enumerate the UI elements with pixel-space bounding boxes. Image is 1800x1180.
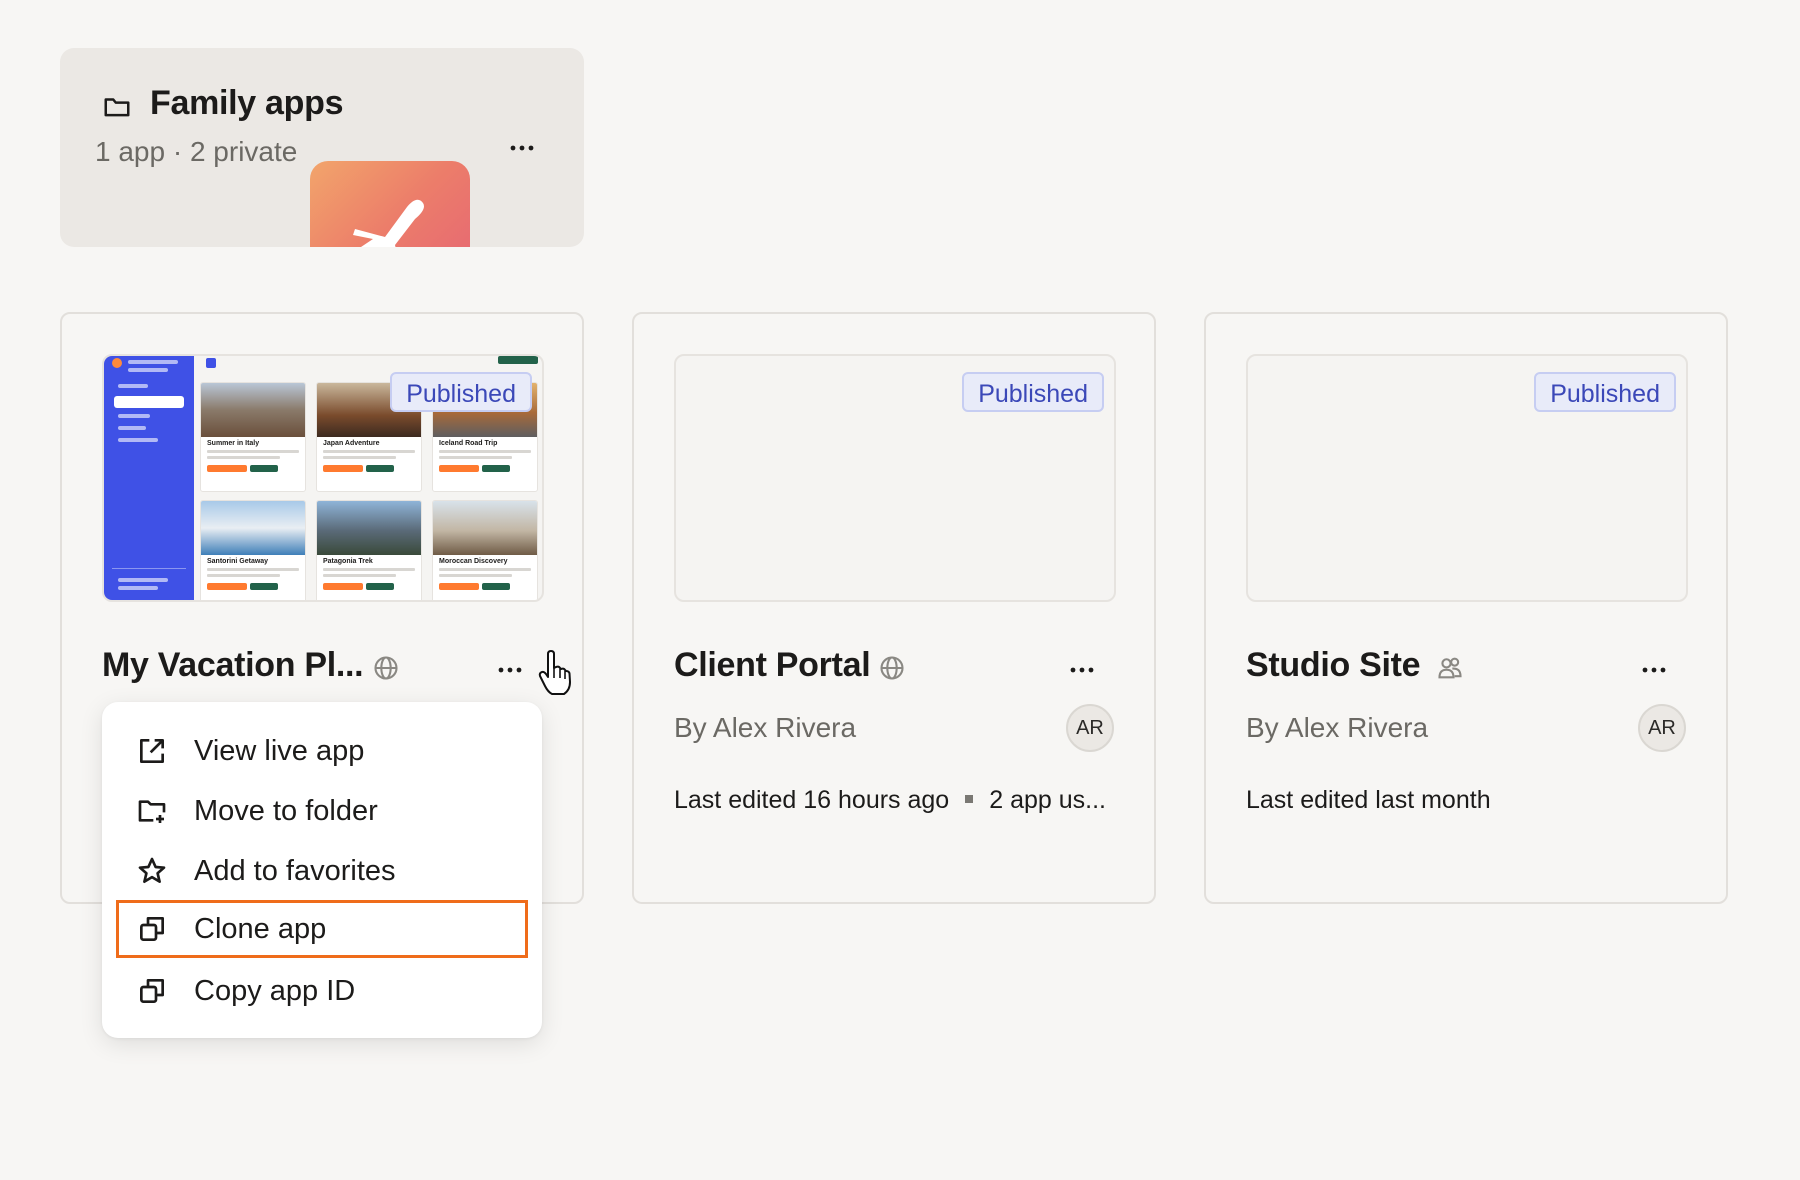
published-badge: Published [962, 372, 1104, 412]
external-link-icon [140, 739, 164, 763]
tile-name: Patagonia Trek [323, 558, 373, 565]
menu-item-move-to-folder[interactable]: Move to folder [116, 782, 528, 840]
users-icon [1438, 657, 1462, 679]
app-options-menu: View live app Move to folder Add to favo… [102, 702, 542, 1038]
folder-move-icon [138, 800, 166, 823]
apps-page: Family apps 1 app · 2 private Summer in … [0, 0, 1800, 1180]
menu-item-label: Move to folder [194, 794, 378, 827]
menu-item-view-live-app[interactable]: View live app [116, 722, 528, 780]
more-options-icon[interactable] [1634, 658, 1674, 682]
author-line: By Alex Rivera [1246, 712, 1429, 743]
app-card-studio-site[interactable]: Published Studio Site By Alex Rivera AR … [1204, 312, 1728, 904]
menu-item-label: Copy app ID [194, 974, 356, 1007]
last-edited-text: Last edited 16 hours ago [674, 786, 950, 814]
menu-item-clone-app[interactable]: Clone app [116, 900, 528, 958]
app-card-client-portal[interactable]: Published Client Portal By Alex Rivera A… [632, 312, 1156, 904]
published-badge: Published [390, 372, 532, 412]
avatar: AR [1066, 704, 1114, 752]
preview-tile: Moroccan Discovery [432, 500, 538, 600]
folder-icon [104, 98, 130, 117]
globe-icon [374, 656, 398, 680]
app-title[interactable]: Studio Site [1246, 646, 1421, 685]
last-edited: Last edited 16 hours ago 2 app us... [674, 786, 1106, 815]
app-preview: Summer in Italy Japan Adventure Iceland … [102, 354, 544, 602]
menu-item-copy-app-id[interactable]: Copy app ID [116, 962, 528, 1020]
app-title[interactable]: Client Portal [674, 646, 871, 685]
tile-name: Summer in Italy [207, 440, 260, 447]
tile-name: Iceland Road Trip [439, 440, 498, 447]
folder-app-thumbnail [310, 161, 470, 247]
app-usage: 2 app us... [989, 786, 1106, 814]
folder-card-family-apps[interactable]: Family apps 1 app · 2 private [60, 48, 584, 247]
preview-tile: Summer in Italy [200, 382, 306, 492]
separator-dot [965, 795, 974, 804]
more-options-icon[interactable] [502, 136, 542, 160]
tile-name: Moroccan Discovery [439, 558, 508, 565]
avatar: AR [1638, 704, 1686, 752]
menu-item-label: View live app [194, 734, 365, 767]
author-line: By Alex Rivera [674, 712, 857, 743]
folder-subtitle: 1 app · 2 private [95, 136, 298, 167]
star-icon [138, 857, 166, 883]
preview-sidebar [104, 356, 194, 600]
folder-title: Family apps [150, 84, 344, 122]
app-preview: Published [674, 354, 1116, 602]
menu-item-label: Clone app [194, 912, 327, 945]
copy-icon [140, 917, 164, 941]
tile-name: Santorini Getaway [207, 558, 269, 565]
published-badge: Published [1534, 372, 1676, 412]
more-options-icon[interactable] [490, 658, 530, 682]
globe-icon [880, 656, 904, 680]
last-edited: Last edited last month [1246, 786, 1491, 814]
tile-name: Japan Adventure [323, 440, 380, 447]
app-title[interactable]: My Vacation Pl... [102, 646, 364, 685]
menu-item-add-to-favorites[interactable]: Add to favorites [116, 842, 528, 900]
preview-tile: Santorini Getaway [200, 500, 306, 600]
copy-icon [140, 979, 164, 1003]
app-preview: Published [1246, 354, 1688, 602]
hand-cursor-icon [538, 650, 571, 695]
airplane-icon [353, 199, 424, 247]
more-options-icon[interactable] [1062, 658, 1102, 682]
menu-item-label: Add to favorites [194, 854, 396, 887]
preview-tile: Patagonia Trek [316, 500, 422, 600]
